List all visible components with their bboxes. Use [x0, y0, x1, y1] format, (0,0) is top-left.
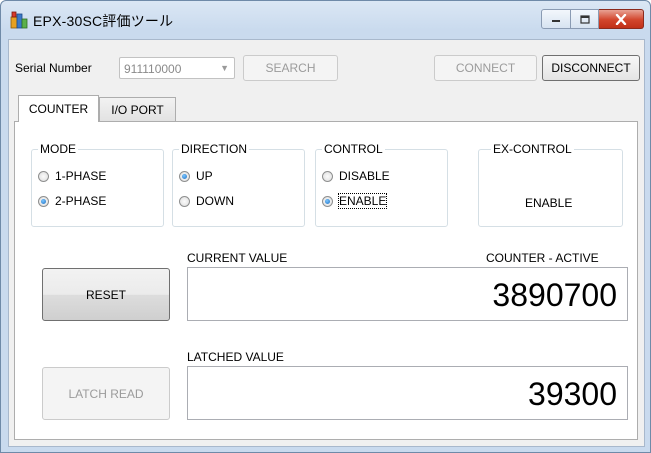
search-button[interactable]: SEARCH: [243, 55, 338, 81]
maximize-button[interactable]: [571, 9, 599, 29]
mode-2phase-radio[interactable]: 2-PHASE: [38, 194, 106, 208]
disconnect-button[interactable]: DISCONNECT: [542, 55, 640, 81]
app-icon: [10, 11, 28, 29]
serial-number-value: 911110000: [124, 62, 182, 76]
latched-value-number: 39300: [528, 376, 617, 412]
search-button-label: SEARCH: [265, 61, 316, 75]
direction-up-label: UP: [196, 169, 213, 183]
mode-2phase-label: 2-PHASE: [55, 194, 107, 208]
radio-checked-icon: [38, 195, 49, 207]
current-value-display: 3890700: [187, 267, 628, 321]
counter-status-label: COUNTER - ACTIVE: [486, 251, 599, 265]
direction-group: DIRECTION UP DOWN: [172, 142, 305, 227]
window-title: EPX-30SC評価ツール: [33, 13, 174, 29]
maximize-icon: [579, 14, 590, 24]
direction-down-label: DOWN: [196, 194, 234, 208]
serial-number-combo[interactable]: 911110000 ▼: [119, 57, 235, 79]
control-enable-label: ENABLE: [337, 193, 388, 209]
mode-group-title: MODE: [38, 142, 78, 156]
mode-1phase-label: 1-PHASE: [55, 169, 107, 183]
reset-button-label: RESET: [85, 287, 126, 302]
close-icon: [615, 13, 627, 25]
disconnect-button-label: DISCONNECT: [551, 61, 631, 75]
tab-counter[interactable]: COUNTER: [18, 95, 99, 122]
latched-value-display: 39300: [187, 366, 628, 420]
close-button[interactable]: [599, 9, 644, 29]
radio-unchecked-icon: [179, 195, 190, 207]
current-value-label: CURRENT VALUE: [187, 251, 288, 265]
tab-io-port-label: I/O PORT: [111, 102, 164, 117]
direction-up-radio[interactable]: UP: [179, 169, 213, 183]
connect-button-label: CONNECT: [455, 61, 516, 75]
radio-checked-icon: [322, 195, 333, 207]
direction-group-title: DIRECTION: [179, 142, 249, 156]
direction-down-radio[interactable]: DOWN: [179, 194, 234, 208]
minimize-button[interactable]: [541, 9, 571, 29]
mode-1phase-radio[interactable]: 1-PHASE: [38, 169, 106, 183]
radio-checked-icon: [179, 170, 190, 182]
ex-control-value: ENABLE: [525, 196, 573, 210]
client-area: Serial Number 911110000 ▼ SEARCH CONNECT…: [8, 39, 645, 447]
minimize-icon: [552, 20, 560, 22]
serial-number-label: Serial Number: [15, 61, 92, 75]
chevron-down-icon: ▼: [220, 63, 229, 73]
control-enable-radio[interactable]: ENABLE: [322, 193, 388, 209]
latch-read-button-label: LATCH READ: [68, 386, 144, 401]
title-bar[interactable]: EPX-30SC評価ツール: [1, 1, 650, 39]
current-value-number: 3890700: [492, 277, 617, 313]
control-disable-radio[interactable]: DISABLE: [322, 169, 390, 183]
reset-button[interactable]: RESET: [42, 268, 170, 321]
app-window: EPX-30SC評価ツール Serial Number 911110000 ▼ …: [0, 0, 651, 453]
ex-control-group-title: EX-CONTROL: [491, 142, 574, 156]
tab-counter-label: COUNTER: [28, 102, 89, 116]
control-group: CONTROL DISABLE ENABLE: [315, 142, 448, 227]
radio-unchecked-icon: [38, 170, 49, 182]
connect-button[interactable]: CONNECT: [434, 55, 537, 81]
counter-tab-panel: MODE 1-PHASE 2-PHASE DIRECTION UP DOWN C…: [14, 121, 638, 440]
control-disable-label: DISABLE: [339, 169, 390, 183]
control-group-title: CONTROL: [322, 142, 385, 156]
ex-control-group: EX-CONTROL ENABLE: [478, 142, 623, 227]
mode-group: MODE 1-PHASE 2-PHASE: [31, 142, 164, 227]
tab-io-port[interactable]: I/O PORT: [99, 97, 176, 121]
latched-value-label: LATCHED VALUE: [187, 350, 284, 364]
latch-read-button[interactable]: LATCH READ: [42, 367, 170, 420]
radio-unchecked-icon: [322, 170, 333, 182]
